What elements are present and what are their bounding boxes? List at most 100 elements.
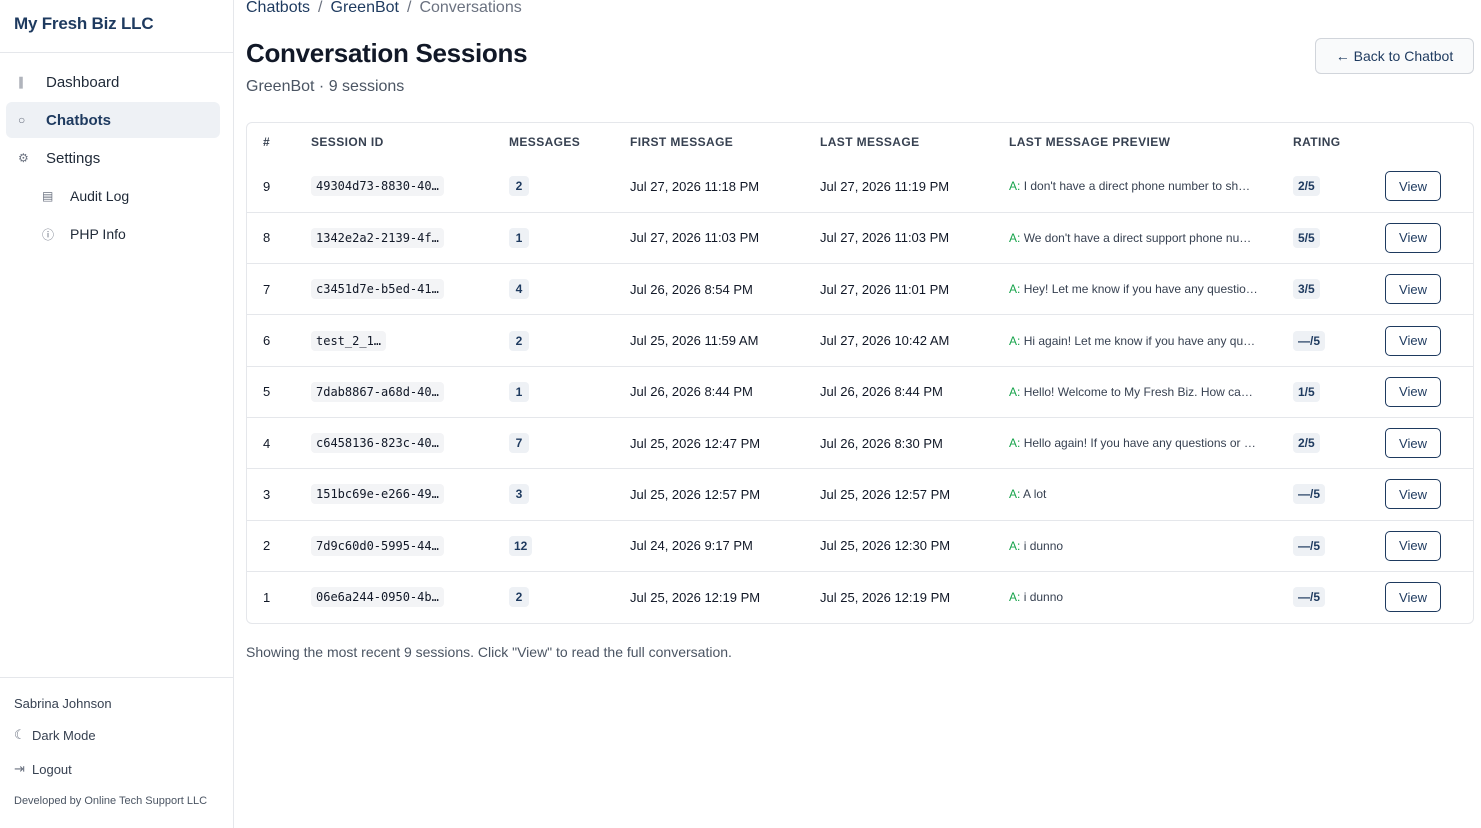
sidebar-item-audit-log[interactable]: ▤ Audit Log [6, 178, 220, 214]
last-message-preview: A: Hello again! If you have any question… [1009, 436, 1263, 450]
action-cell: View [1385, 161, 1473, 212]
session-id-cell: 7d9c60d0-5995-44… [311, 519, 509, 572]
session-number: 5 [247, 365, 311, 418]
session-id-cell: c3451d7e-b5ed-41… [311, 263, 509, 315]
action-cell: View [1385, 314, 1473, 367]
first-message-time: Jul 25, 2026 12:57 PM [630, 468, 820, 521]
last-message-preview: A: i dunno [1009, 539, 1263, 553]
breadcrumb-separator: / [406, 0, 412, 16]
sidebar-item-label: Settings [46, 149, 101, 167]
sidebar-item-settings[interactable]: ⚙ Settings [6, 140, 220, 176]
speaker-label: A: [1009, 179, 1021, 194]
rating-badge: 3/5 [1293, 279, 1320, 300]
preview-cell: A: Hello again! If you have any question… [1009, 416, 1293, 469]
view-button[interactable]: View [1385, 479, 1441, 510]
logout-icon: ⇥ [14, 761, 25, 776]
speaker-label: A: [1009, 333, 1021, 348]
session-id: c6458136-823c-40… [311, 433, 444, 454]
first-message-time: Jul 25, 2026 11:59 AM [630, 314, 820, 367]
session-id: 7dab8867-a68d-40… [311, 381, 444, 402]
rating-cell: —/5 [1293, 314, 1385, 367]
sidebar-footer: Sabrina Johnson ☾ Dark Mode ⇥ Logout Dev… [0, 677, 233, 828]
back-to-chatbot-button[interactable]: ← Back to Chatbot [1315, 38, 1474, 74]
breadcrumb-current: Conversations [419, 0, 522, 16]
messages-cell: 1 [509, 365, 630, 418]
app-root: My Fresh Biz LLC ∥ Dashboard ○ Chatbots … [0, 0, 1481, 828]
preview-text: Hey! Let me know if you have any questio… [1023, 282, 1258, 297]
view-button[interactable]: View [1385, 222, 1441, 253]
last-message-time: Jul 25, 2026 12:19 PM [820, 570, 1009, 623]
preview-cell: A: i dunno [1009, 519, 1293, 572]
sidebar-item-php-info[interactable]: ⓘ PHP Info [6, 216, 220, 252]
session-id-cell: test_2_1… [311, 314, 509, 367]
preview-text: Hello! Welcome to My Fresh Biz. How ca… [1023, 384, 1253, 399]
table-row: 3 151bc69e-e266-49… 3 Jul 25, 2026 12:57… [247, 468, 1473, 521]
breadcrumb: Chatbots / GreenBot / Conversations [246, 0, 1474, 19]
message-count-badge: 2 [509, 330, 529, 351]
page-subtitle: GreenBot · 9 sessions [246, 78, 405, 95]
rating-badge: —/5 [1293, 484, 1326, 505]
sidebar-nav: ∥ Dashboard ○ Chatbots ⚙ Settings ▤ Audi… [0, 53, 233, 254]
document-icon: ▤ [42, 189, 54, 203]
rating-cell: 5/5 [1293, 211, 1385, 264]
action-cell: View [1385, 416, 1473, 469]
rating-cell: —/5 [1293, 570, 1385, 623]
messages-cell: 7 [509, 416, 630, 469]
action-cell: View [1385, 519, 1473, 572]
last-message-preview: A: We don't have a direct support phone … [1009, 231, 1263, 245]
sessions-table-container: # SESSION ID MESSAGES FIRST MESSAGE LAST… [246, 122, 1474, 624]
preview-text: Hello again! If you have any questions o… [1023, 436, 1256, 451]
message-count-badge: 12 [509, 535, 533, 556]
action-cell: View [1385, 570, 1473, 623]
messages-cell: 2 [509, 161, 630, 212]
last-message-time: Jul 26, 2026 8:30 PM [820, 416, 1009, 469]
view-button[interactable]: View [1385, 582, 1441, 613]
dark-mode-toggle[interactable]: ☾ Dark Mode [14, 727, 219, 743]
sidebar-item-dashboard[interactable]: ∥ Dashboard [6, 64, 220, 100]
last-message-time: Jul 27, 2026 11:19 PM [820, 178, 950, 194]
rating-cell: 1/5 [1293, 365, 1385, 418]
preview-cell: A: Hi again! Let me know if you have any… [1009, 314, 1293, 367]
message-count-badge: 1 [509, 381, 529, 402]
sidebar: My Fresh Biz LLC ∥ Dashboard ○ Chatbots … [0, 0, 234, 828]
last-message-preview: A: Hi again! Let me know if you have any… [1009, 334, 1263, 348]
rating-cell: —/5 [1293, 468, 1385, 521]
rating-badge: 2/5 [1293, 176, 1320, 197]
session-number: 2 [247, 519, 311, 572]
moon-icon: ☾ [14, 727, 26, 742]
view-button[interactable]: View [1385, 428, 1441, 459]
breadcrumb-greenbot[interactable]: GreenBot [331, 0, 399, 16]
preview-text: i dunno [1023, 590, 1064, 605]
session-id: c3451d7e-b5ed-41… [311, 279, 444, 300]
brand-title[interactable]: My Fresh Biz LLC [0, 0, 233, 53]
breadcrumb-chatbots[interactable]: Chatbots [246, 0, 310, 16]
view-button[interactable]: View [1385, 530, 1441, 561]
first-message-time: Jul 26, 2026 8:44 PM [630, 365, 820, 418]
user-name: Sabrina Johnson [14, 696, 112, 711]
table-row: 5 7dab8867-a68d-40… 1 Jul 26, 2026 8:44 … [247, 365, 1473, 418]
action-cell: View [1385, 211, 1473, 264]
sidebar-item-chatbots[interactable]: ○ Chatbots [6, 102, 220, 138]
view-button[interactable]: View [1385, 274, 1441, 305]
view-button[interactable]: View [1385, 171, 1441, 202]
speaker-label: A: [1009, 590, 1021, 605]
column-header-session-id: SESSION ID [311, 135, 384, 149]
logout-link[interactable]: ⇥ Logout [14, 761, 219, 777]
rating-badge: —/5 [1293, 535, 1326, 556]
preview-cell: A: We don't have a direct support phone … [1009, 211, 1293, 264]
speaker-label: A: [1009, 230, 1021, 245]
bar-chart-icon: ∥ [18, 75, 24, 89]
column-header-rating: RATING [1293, 135, 1341, 149]
speaker-label: A: [1009, 538, 1021, 553]
view-button[interactable]: View [1385, 376, 1441, 407]
view-button[interactable]: View [1385, 325, 1441, 356]
session-number: 9 [263, 178, 271, 194]
messages-cell: 1 [509, 211, 630, 264]
rating-cell: 3/5 [1293, 263, 1385, 315]
main-content: Chatbots / GreenBot / Conversations Conversa… [234, 0, 1481, 828]
last-message-preview: A: A lot [1009, 487, 1263, 501]
preview-cell: A: A lot [1009, 468, 1293, 521]
last-message-time: Jul 26, 2026 8:44 PM [820, 365, 1009, 418]
dark-mode-label: Dark Mode [32, 727, 96, 743]
logout-label: Logout [32, 761, 72, 777]
